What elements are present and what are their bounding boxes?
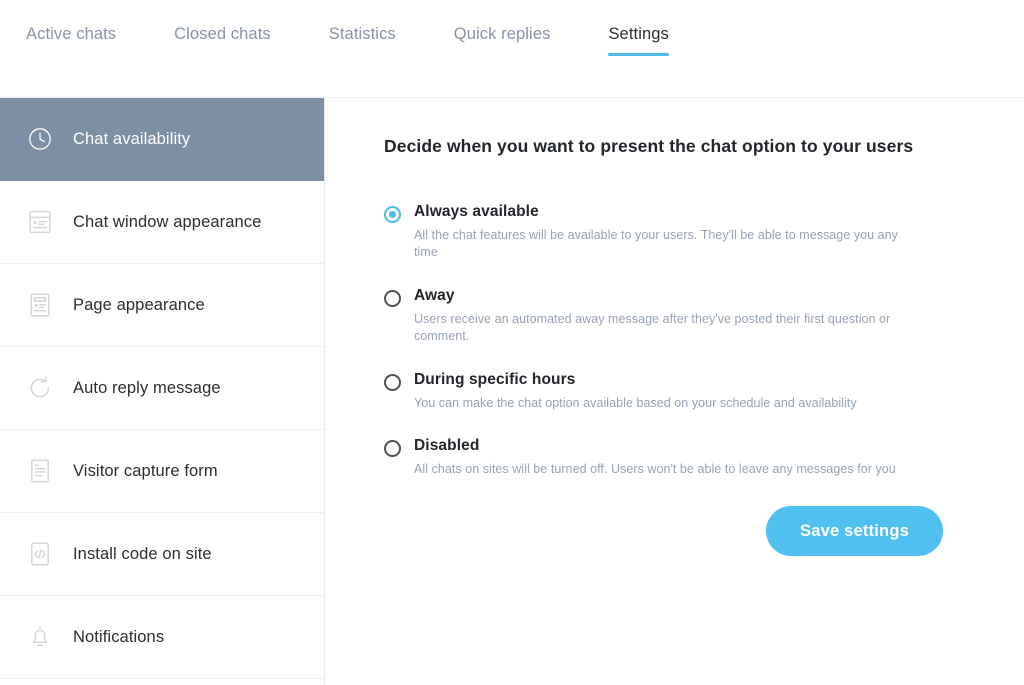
tab-quick-replies[interactable]: Quick replies — [454, 25, 551, 56]
sidebar-item-visitor-capture-form[interactable]: Visitor capture form — [0, 430, 324, 513]
code-brackets-icon — [25, 539, 55, 569]
sidebar-item-chat-availability[interactable]: Chat availability — [0, 98, 324, 181]
actions-row: Save settings — [384, 506, 1024, 557]
option-always-available[interactable]: Always available All the chat features wi… — [384, 203, 1024, 261]
sidebar-item-label: Chat window appearance — [73, 212, 262, 231]
chat-window-icon — [25, 207, 55, 237]
radio-button[interactable] — [384, 289, 401, 307]
tab-closed-chats[interactable]: Closed chats — [174, 25, 271, 56]
option-text: Disabled All chats on sites will be turne… — [414, 437, 896, 478]
sidebar-item-label: Install code on site — [73, 544, 212, 563]
bell-icon — [25, 622, 55, 652]
main-panel: Decide when you want to present the chat… — [325, 98, 1024, 685]
tab-statistics[interactable]: Statistics — [329, 25, 396, 56]
sidebar-item-label: Auto reply message — [73, 378, 221, 397]
top-tab-bar: Active chats Closed chats Statistics Quick … — [0, 0, 1024, 98]
settings-sidebar: Chat availability Chat window appearance P… — [0, 98, 325, 685]
option-away[interactable]: Away Users receive an automated away mess… — [384, 287, 1024, 345]
tab-settings[interactable]: Settings — [608, 25, 670, 56]
radio-button[interactable] — [384, 373, 401, 391]
option-description: All chats on sites will be turned off. U… — [414, 462, 896, 477]
save-settings-button[interactable]: Save settings — [766, 506, 943, 557]
refresh-arrow-icon — [25, 373, 55, 403]
option-description: All the chat features will be available … — [414, 228, 898, 259]
sidebar-item-label: Chat availability — [73, 129, 191, 148]
form-document-icon — [25, 456, 55, 486]
tab-active-chats[interactable]: Active chats — [26, 25, 116, 56]
option-text: Away Users receive an automated away mess… — [414, 287, 924, 345]
sidebar-item-chat-window-appearance[interactable]: Chat window appearance — [0, 181, 324, 264]
option-label: Away — [414, 286, 455, 304]
option-during-specific-hours[interactable]: During specific hours You can make the ch… — [384, 371, 1024, 412]
page-document-icon — [25, 290, 55, 320]
option-text: During specific hours You can make the ch… — [414, 371, 857, 412]
availability-radio-group: Always available All the chat features wi… — [384, 203, 1024, 478]
app-root: Active chats Closed chats Statistics Quick … — [0, 0, 1024, 685]
sidebar-item-notifications[interactable]: Notifications — [0, 596, 324, 679]
option-description: Users receive an automated away message … — [414, 311, 891, 343]
page-title: Decide when you want to present the chat… — [384, 136, 914, 156]
option-disabled[interactable]: Disabled All chats on sites will be turne… — [384, 437, 1024, 478]
option-text: Always available All the chat features wi… — [414, 203, 924, 261]
sidebar-item-page-appearance[interactable]: Page appearance — [0, 264, 324, 347]
clock-icon — [25, 124, 55, 154]
sidebar-item-auto-reply-message[interactable]: Auto reply message — [0, 347, 324, 430]
option-label: Always available — [414, 203, 539, 220]
radio-button[interactable] — [384, 206, 401, 223]
radio-button[interactable] — [384, 440, 401, 458]
sidebar-item-install-code-on-site[interactable]: Install code on site — [0, 513, 324, 596]
body-area: Chat availability Chat window appearance P… — [0, 98, 1024, 685]
sidebar-item-label: Visitor capture form — [73, 461, 218, 480]
option-description: You can make the chat option available b… — [414, 395, 857, 410]
option-label: During specific hours — [414, 370, 576, 388]
sidebar-item-label: Page appearance — [73, 295, 205, 314]
option-label: Disabled — [414, 437, 480, 455]
sidebar-item-label: Notifications — [73, 627, 165, 646]
